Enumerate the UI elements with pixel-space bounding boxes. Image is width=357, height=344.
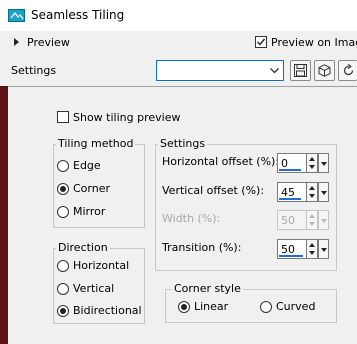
panel-divider [0,86,357,87]
direction-vertical-radio[interactable] [57,283,69,295]
direction-bidirectional-label[interactable]: Bidirectional [73,304,142,317]
transition-input[interactable]: 50 [277,239,307,259]
vertical-offset-input[interactable]: 45 [277,182,307,202]
direction-horizontal-label[interactable]: Horizontal [73,259,129,272]
horizontal-offset-label: Horizontal offset (%): [162,155,280,168]
corner-style-linear-radio[interactable] [178,301,190,313]
seamless-tiling-app-icon [8,9,25,22]
width-value: 50 [281,214,295,227]
direction-vertical-label[interactable]: Vertical [73,282,114,295]
tiling-method-edge-radio[interactable] [57,160,69,172]
reset-icon [343,64,354,76]
window-title: Seamless Tiling [31,8,125,22]
show-tiling-preview-checkbox[interactable] [57,111,69,123]
horizontal-offset-spinner[interactable] [306,153,318,173]
tiling-method-edge-label[interactable]: Edge [73,159,101,172]
chevron-down-icon [270,68,279,74]
checkmark-icon [257,38,266,46]
corner-style-curved-radio[interactable] [260,301,272,313]
manage-presets-button[interactable] [314,60,335,81]
corner-style-legend: Corner style [172,282,243,295]
vertical-offset-dropdown[interactable] [318,182,329,202]
preset-select[interactable] [156,60,284,81]
background-edge [0,86,8,344]
preview-on-image-checkbox[interactable] [255,36,267,48]
preview-toggle-label[interactable]: Preview [27,36,70,49]
save-preset-icon [294,64,307,77]
transition-spinner[interactable] [306,239,318,259]
tiling-method-mirror-radio[interactable] [57,206,69,218]
tiling-method-legend: Tiling method [56,137,136,150]
width-dropdown [318,210,329,230]
direction-legend: Direction [56,241,110,254]
settings-presets-label: Settings [11,64,57,77]
direction-horizontal-radio[interactable] [57,260,69,272]
width-input: 50 [277,210,307,230]
preview-on-image-label[interactable]: Preview on Image [271,36,357,49]
transition-label: Transition (%): [162,241,242,254]
tiling-method-mirror-label[interactable]: Mirror [73,205,105,218]
show-tiling-preview-label[interactable]: Show tiling preview [73,111,180,124]
horizontal-offset-dropdown[interactable] [318,153,329,173]
manage-presets-icon [318,64,331,77]
settings-legend: Settings [158,137,208,150]
width-label: Width (%): [162,212,221,225]
horizontal-offset-input[interactable]: 0 [277,153,307,173]
tiling-method-corner-radio[interactable] [57,183,69,195]
save-preset-button[interactable] [290,60,311,81]
vertical-offset-spinner[interactable] [306,182,318,202]
reset-button[interactable] [338,60,357,81]
expand-preview-icon[interactable] [14,38,19,46]
transition-level [279,255,303,257]
direction-bidirectional-radio[interactable] [57,305,69,317]
transition-dropdown[interactable] [318,239,329,259]
corner-style-linear-label[interactable]: Linear [194,300,228,313]
width-spinner [306,210,318,230]
vertical-offset-label: Vertical offset (%): [162,184,265,197]
corner-style-curved-label[interactable]: Curved [276,300,315,313]
tiling-method-corner-label[interactable]: Corner [73,182,110,195]
horizontal-offset-level [279,169,301,171]
vertical-offset-level [279,198,301,200]
